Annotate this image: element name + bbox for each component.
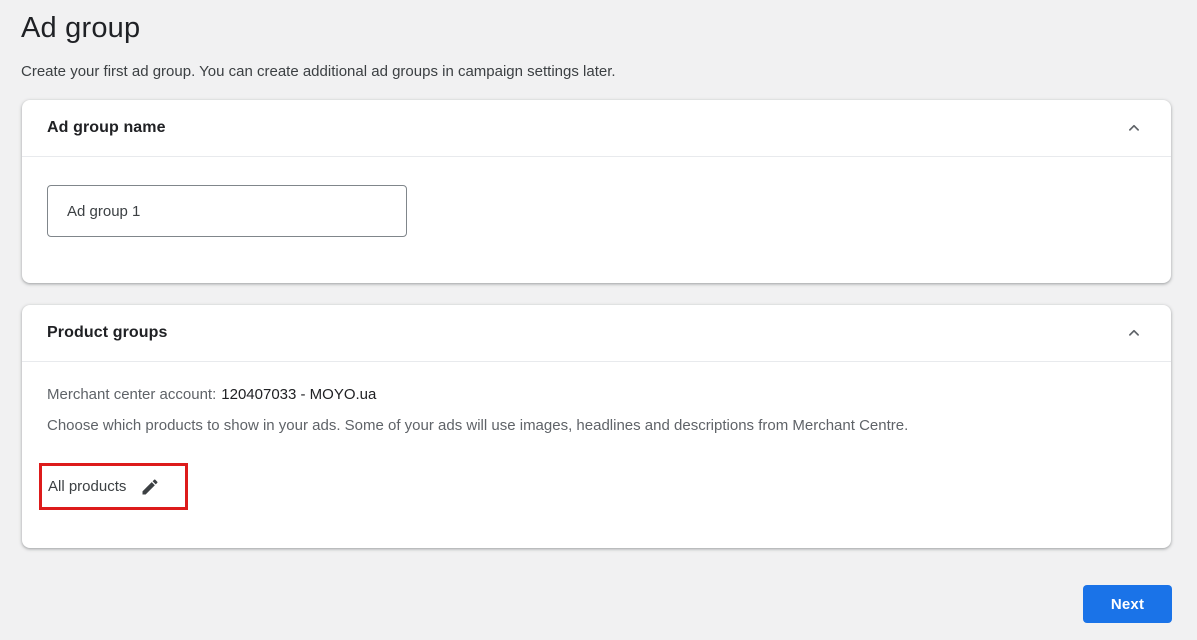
ad-group-name-input[interactable] bbox=[47, 185, 407, 237]
product-groups-description: Choose which products to show in your ad… bbox=[47, 417, 909, 434]
ad-group-name-card: Ad group name bbox=[22, 100, 1171, 283]
pencil-icon[interactable] bbox=[139, 476, 160, 497]
merchant-account-line: Merchant center account: 120407033 - MOYO… bbox=[47, 386, 376, 403]
product-group-selection[interactable]: All products bbox=[39, 463, 188, 510]
merchant-account-label: Merchant center account: bbox=[47, 386, 217, 403]
page-title: Ad group bbox=[21, 12, 141, 44]
merchant-account-value: 120407033 - MOYO.ua bbox=[221, 386, 377, 403]
ad-group-name-card-title: Ad group name bbox=[47, 119, 166, 136]
page-subtitle: Create your first ad group. You can crea… bbox=[21, 63, 616, 80]
product-groups-card-header[interactable]: Product groups bbox=[22, 305, 1171, 362]
ad-group-name-card-header[interactable]: Ad group name bbox=[22, 100, 1171, 157]
chevron-up-icon[interactable] bbox=[1125, 119, 1143, 137]
next-button[interactable]: Next bbox=[1083, 585, 1172, 623]
product-groups-card-title: Product groups bbox=[47, 324, 168, 341]
product-group-selection-label: All products bbox=[48, 478, 127, 495]
product-groups-card: Product groups Merchant center account: 1… bbox=[22, 305, 1171, 548]
chevron-up-icon[interactable] bbox=[1125, 324, 1143, 342]
